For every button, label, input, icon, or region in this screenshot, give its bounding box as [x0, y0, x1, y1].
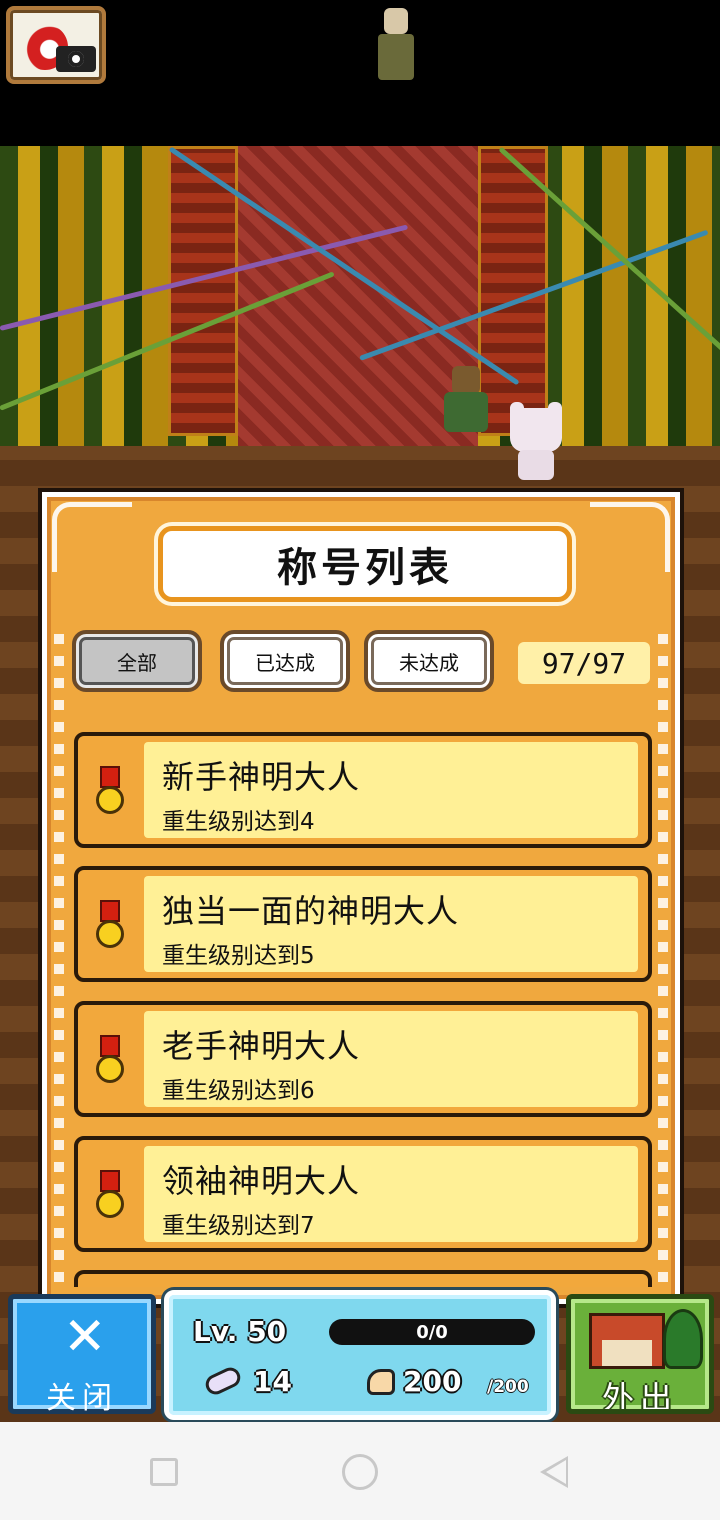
side-ornament — [54, 622, 64, 1282]
close-button[interactable]: ✕ 关闭 — [8, 1294, 156, 1416]
title-count-badge: 97/97 — [518, 642, 650, 684]
title-name: 新手神明大人 — [162, 758, 361, 796]
titles-panel: 称号列表 全部 已达成 未达成 97/97 新手神明大人 重生级别达到4 独当一… — [38, 488, 684, 1308]
title-description: 重生级别达到6 — [162, 1078, 315, 1104]
tab-achieved-label: 已达成 — [255, 650, 315, 675]
tree-icon — [663, 1309, 703, 1369]
medal-icon — [96, 900, 124, 950]
xp-bar: 0/0 — [329, 1319, 535, 1345]
power-value: 200 — [403, 1365, 462, 1398]
player-stats: Lv. 50 0/0 14 200 /200 — [164, 1290, 556, 1420]
house-icon — [589, 1313, 665, 1369]
title-description: 重生级别达到4 — [162, 809, 315, 835]
recent-apps-icon[interactable] — [150, 1458, 178, 1486]
list-item[interactable]: 新手神明大人 重生级别达到4 — [74, 732, 652, 848]
monk-character-icon — [372, 8, 420, 84]
titles-list[interactable]: 新手神明大人 重生级别达到4 独当一面的神明大人 重生级别达到5 老手神明大人 … — [74, 732, 652, 1287]
corner-ornament — [52, 502, 132, 572]
list-item[interactable]: 领袖神明大人 重生级别达到7 — [74, 1136, 652, 1252]
title-name: 独当一面的神明大人 — [162, 892, 460, 930]
camera-icon — [56, 46, 96, 72]
strength-icon — [365, 1365, 399, 1399]
system-nav-bar — [0, 1422, 720, 1520]
title-name: 老手神明大人 — [162, 1027, 361, 1065]
tab-not-achieved[interactable]: 未达成 — [364, 630, 494, 692]
medal-icon — [96, 1035, 124, 1085]
tab-all[interactable]: 全部 — [72, 630, 202, 692]
power-max: /200 — [487, 1377, 529, 1397]
side-ornament — [658, 622, 668, 1282]
panel-title: 称号列表 — [277, 545, 453, 591]
mouse-icon — [197, 1361, 247, 1401]
home-icon[interactable] — [342, 1454, 378, 1490]
cat-character — [504, 402, 568, 482]
list-item[interactable]: 老手神明大人 重生级别达到6 — [74, 1001, 652, 1117]
list-item-partial[interactable] — [74, 1270, 652, 1287]
tab-all-label: 全部 — [117, 650, 157, 675]
mice-count: 14 — [253, 1365, 292, 1398]
npc-character — [440, 366, 492, 436]
player-level: Lv. 50 — [193, 1315, 287, 1348]
tab-achieved[interactable]: 已达成 — [220, 630, 350, 692]
title-count: 97/97 — [541, 646, 627, 680]
medal-icon — [96, 766, 124, 816]
x-icon: ✕ — [63, 1307, 107, 1367]
xp-text: 0/0 — [416, 1321, 448, 1343]
title-description: 重生级别达到7 — [162, 1213, 315, 1239]
title-name: 领袖神明大人 — [162, 1162, 361, 1200]
panel-title-box: 称号列表 — [158, 526, 572, 602]
list-item[interactable]: 独当一面的神明大人 重生级别达到5 — [74, 866, 652, 982]
top-bar — [0, 0, 720, 146]
go-out-label: 外出 — [601, 1379, 678, 1414]
bottom-hud: ✕ 关闭 Lv. 50 0/0 14 200 /200 外出 — [0, 1290, 720, 1422]
tab-not-achieved-label: 未达成 — [399, 650, 459, 675]
go-out-button[interactable]: 外出 — [566, 1294, 714, 1414]
title-description: 重生级别达到5 — [162, 943, 315, 969]
back-icon[interactable] — [540, 1456, 568, 1488]
close-label: 关闭 — [46, 1381, 118, 1416]
camera-button[interactable] — [6, 6, 106, 84]
corner-ornament — [590, 502, 670, 572]
medal-icon — [96, 1170, 124, 1220]
